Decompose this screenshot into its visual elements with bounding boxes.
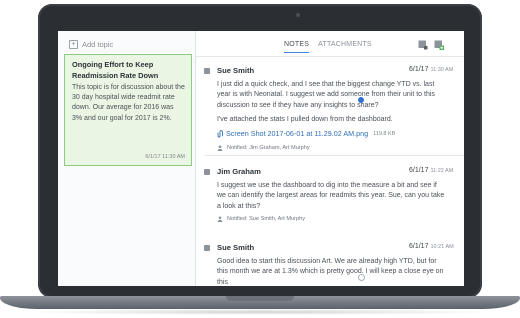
laptop-shadow [20, 309, 500, 315]
tab-attachments[interactable]: ATTACHMENTS [318, 41, 372, 53]
note-author: Sue Smith [217, 243, 255, 252]
plus-icon: + [69, 40, 78, 49]
app-screen: + Add topic Ongoing Effort to Keep Readm… [58, 31, 464, 286]
add-topic-button[interactable]: + Add topic [69, 40, 113, 49]
tab-bar: NOTES ATTACHMENTS [284, 41, 372, 53]
note-author: Jim Graham [217, 167, 261, 176]
note-time: 11:22 AM [430, 168, 454, 174]
note-icon [204, 68, 210, 74]
note-icon [204, 245, 210, 251]
attachment-size: 119.8 KB [373, 130, 396, 137]
note-time: 10:21 AM [430, 244, 454, 250]
note-body: I suggest we use the dashboard to dig in… [217, 182, 445, 210]
topic-title: Ongoing Effort to Keep Readmission Rate … [72, 60, 159, 80]
attachment-link[interactable]: Screen Shot 2017-06-01 at 11.29.02 AM.pn… [217, 129, 395, 138]
note-date: 6/1/17 11:30 AM [409, 66, 454, 73]
note-icon[interactable] [418, 40, 428, 50]
paperclip-icon [217, 129, 223, 137]
attachment-name: Screen Shot 2017-06-01 at 11.29.02 AM.pn… [226, 129, 369, 138]
topic-card[interactable]: Ongoing Effort to Keep Readmission Rate … [64, 54, 192, 166]
camera-icon [296, 13, 300, 17]
note-icon [204, 169, 210, 175]
notes-pane: NOTES ATTACHMENTS Sue Smith 6/1/17 11:30 … [196, 31, 464, 286]
notified-line: Notified: Sue Smith, Art Murphy [217, 216, 305, 222]
note-time: 11:30 AM [430, 67, 454, 73]
topic-description: This topic is for discussion about the 3… [72, 84, 185, 122]
notified-line: Notified: Jim Graham, Art Murphy [217, 145, 310, 151]
note-date: 6/1/17 10:21 AM [409, 243, 454, 250]
topic-timestamp: 6/1/17 11:30 AM [145, 154, 185, 160]
person-icon [217, 145, 223, 151]
laptop-notch [226, 296, 294, 301]
note-divider [204, 155, 464, 156]
note-body-followup: I've attached the stats I pulled down fr… [217, 116, 393, 123]
tab-notes[interactable]: NOTES [284, 41, 310, 53]
notified-text: Notified: Sue Smith, Art Murphy [227, 216, 306, 222]
notified-text: Notified: Jim Graham, Art Murphy [227, 145, 310, 151]
note-item[interactable]: Jim Graham 6/1/17 11:22 AM I suggest we u… [204, 167, 456, 237]
note-body: Good idea to start this discussion Art. … [217, 258, 444, 286]
add-topic-label: Add topic [82, 40, 114, 49]
person-icon [217, 216, 223, 222]
tab-divider [196, 56, 464, 57]
read-indicator[interactable] [358, 274, 365, 281]
note-date: 6/1/17 11:22 AM [409, 167, 454, 174]
note-body: I just did a quick check, and I see that… [217, 81, 435, 109]
topics-sidebar: + Add topic Ongoing Effort to Keep Readm… [58, 31, 196, 286]
note-item[interactable]: Sue Smith 6/1/17 10:21 AM Good idea to st… [204, 243, 456, 286]
add-note-icon[interactable] [434, 40, 444, 50]
note-author: Sue Smith [217, 66, 255, 75]
unread-indicator[interactable] [358, 97, 364, 103]
